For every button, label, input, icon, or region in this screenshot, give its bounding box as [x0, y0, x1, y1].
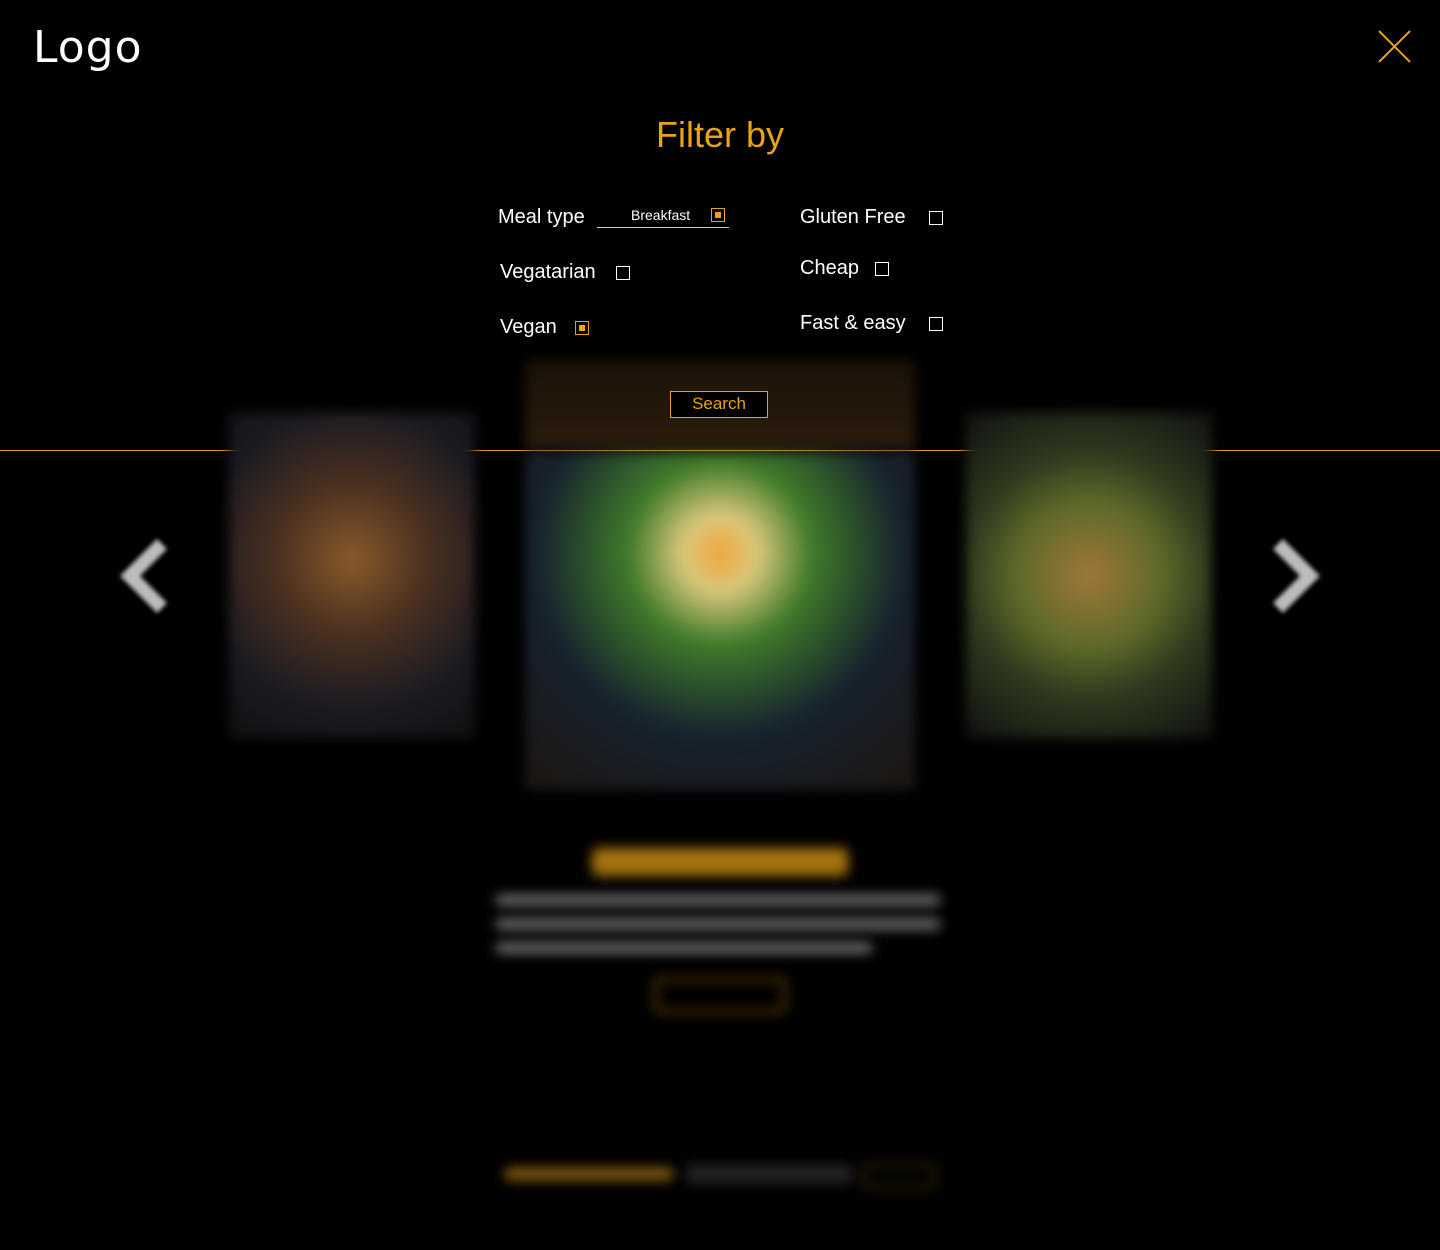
blurred-footer-button: [862, 1164, 936, 1188]
cheap-label: Cheap: [800, 257, 859, 279]
chevron-left-icon[interactable]: [118, 538, 174, 614]
meal-type-select[interactable]: Breakfast: [597, 206, 729, 228]
gluten-free-label: Gluten Free: [800, 206, 906, 228]
meal-type-value: Breakfast: [631, 207, 691, 223]
filter-divider: [0, 450, 1440, 451]
waffles-image[interactable]: [229, 412, 475, 738]
salad-image[interactable]: [966, 412, 1212, 738]
egg-toast-image[interactable]: [525, 452, 915, 790]
blurred-text-line: [496, 895, 940, 905]
meal-type-checkbox[interactable]: [711, 208, 725, 222]
gluten-free-checkbox[interactable]: [929, 211, 943, 225]
fast-easy-label: Fast & easy: [800, 312, 906, 334]
vegetarian-label: Vegatarian: [500, 261, 596, 283]
cheap-checkbox[interactable]: [875, 262, 889, 276]
filter-title: Filter by: [655, 114, 785, 155]
vegetarian-checkbox[interactable]: [616, 266, 630, 280]
chevron-right-icon[interactable]: [1266, 538, 1322, 614]
search-button[interactable]: Search: [670, 391, 768, 418]
blurred-footer-text: [505, 1168, 673, 1180]
blurred-text-line: [496, 919, 940, 929]
logo[interactable]: Logo: [33, 22, 143, 73]
blurred-button: [655, 978, 785, 1012]
blurred-footer-input: [686, 1164, 852, 1184]
blurred-heading: [592, 848, 848, 876]
vegan-checkbox[interactable]: [575, 321, 589, 335]
close-icon[interactable]: [1374, 26, 1414, 66]
vegan-label: Vegan: [500, 316, 557, 338]
fast-easy-checkbox[interactable]: [929, 317, 943, 331]
blurred-text-line: [496, 943, 872, 953]
meal-type-label: Meal type: [498, 206, 585, 228]
